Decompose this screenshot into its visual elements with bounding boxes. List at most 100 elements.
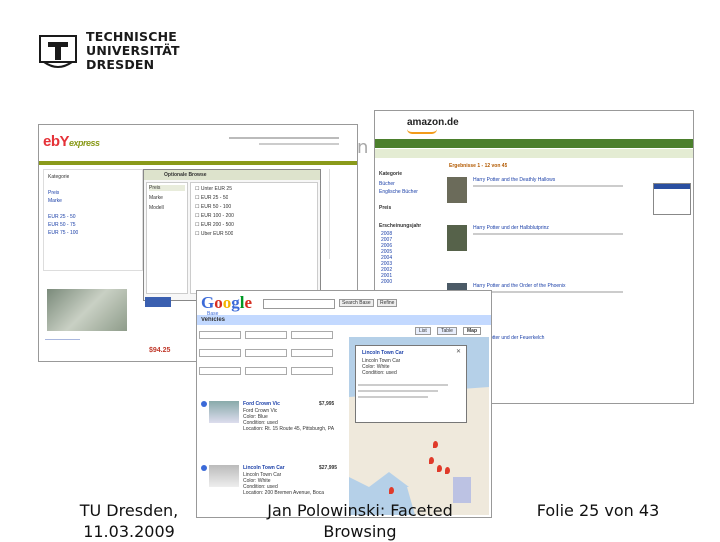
ebay-sidebar-item: Kategorie [48, 174, 70, 180]
ebay-facet-value[interactable]: ☐ Über EUR 500 [195, 231, 233, 237]
amazon-result-cover [447, 177, 467, 203]
map-popup-close-icon[interactable]: ✕ [456, 348, 461, 355]
amazon-sidebar-item: Preis [379, 205, 392, 211]
footer-center: Jan Polowinski: Faceted Browsing [232, 500, 488, 542]
ebay-facet-value[interactable]: ☐ EUR 50 - 100 [195, 204, 231, 210]
ebay-facet[interactable]: Modell [149, 205, 164, 211]
ebay-panel-facets: Preis Marke Modell [146, 182, 188, 294]
google-listing-marker [201, 401, 207, 407]
google-filter-select[interactable] [245, 349, 287, 357]
amazon-result-title[interactable]: Harry Potter and the Deathly Hallows [473, 177, 643, 183]
ebay-browse-panel: Optionale Browse Preis Marke Modell ☐ Un… [143, 169, 321, 301]
university-line-1: TECHNISCHE [86, 29, 177, 44]
google-filter-select[interactable] [291, 349, 333, 357]
map-popup-title[interactable]: Lincoln Town Car [362, 350, 404, 356]
google-listing-price: $7,995 [319, 401, 335, 407]
google-search-button[interactable]: Search Base [339, 299, 374, 307]
ebay-sidebar-item[interactable]: EUR 50 - 75 [48, 222, 76, 228]
google-listing-image [209, 465, 239, 487]
ebay-facet-value[interactable]: ☐ Unter EUR 25 [195, 186, 232, 192]
ebay-product-price: $94.25 [149, 347, 171, 354]
amazon-result-meta [473, 185, 623, 187]
footer-slide-number: Folie 25 von 43 [536, 501, 660, 520]
google-tab-table[interactable]: Table [437, 327, 457, 335]
google-listing-title[interactable]: Lincoln Town Car [243, 465, 285, 471]
amazon-results-title: Ergebnisse 1 - 12 von 45 [449, 163, 508, 169]
amazon-result-meta [473, 291, 623, 293]
google-listing-price: $27,995 [319, 465, 338, 471]
footer-date: 11.03.2009 [83, 522, 175, 541]
footer-left: TU Dresden, 11.03.2009 [64, 500, 194, 542]
ebay-facet-value[interactable]: ☐ EUR 25 - 50 [195, 195, 228, 201]
ebay-panel-button[interactable] [145, 297, 171, 307]
amazon-sidebar-item: Erscheinungsjahr [379, 223, 422, 229]
amazon-result-title[interactable]: Harry Potter und der Halbblutprinz [473, 225, 643, 231]
google-section-bar [197, 315, 491, 325]
google-listing-list: Ford Crown Vic $7,995 Ford Crown Vic Col… [199, 399, 345, 515]
ebay-sidebar-item[interactable]: EUR 25 - 50 [48, 214, 76, 220]
amazon-sort-dropdown[interactable] [653, 183, 691, 215]
map-marker[interactable] [433, 441, 438, 448]
google-logo: Google [201, 293, 253, 312]
ebay-product-link[interactable]: ――――――― [45, 337, 80, 343]
university-line-2: UNIVERSITÄT [86, 43, 180, 58]
amazon-year[interactable]: 2000 [381, 279, 392, 285]
google-filter-select[interactable] [291, 367, 333, 375]
map-marker[interactable] [389, 487, 394, 494]
google-section-title: Vehicles [201, 317, 226, 323]
amazon-sidebar-item[interactable]: Bücher [379, 181, 395, 187]
university-name: TECHNISCHE UNIVERSITÄT DRESDEN [86, 30, 180, 72]
google-listing-line: Location: 200 Bremen Avenue, Boca [243, 490, 325, 496]
google-map[interactable]: Lincoln Town Car Lincoln Town Car Color:… [349, 337, 489, 515]
map-popup-line: Condition: used [362, 370, 397, 376]
ebay-facet-value[interactable]: ☐ EUR 200 - 500 [195, 222, 234, 228]
amazon-logo-smile [407, 129, 437, 134]
google-refine-button[interactable]: Refine [377, 299, 398, 307]
ebay-product-image [47, 289, 127, 331]
ebay-panel-values: ☐ Unter EUR 25 ☐ EUR 25 - 50 ☐ EUR 50 - … [190, 182, 318, 294]
amazon-sidebar-item[interactable]: Englische Bücher [379, 189, 418, 195]
amazon-result-title[interactable]: Harry Potter and the Order of the Phoeni… [473, 283, 643, 289]
ebay-logo: ebYexpress [43, 133, 100, 150]
google-listing-line: Location: Rt. 15 Route 45, Pittsburgh, P… [243, 426, 335, 432]
ebay-top-links [229, 133, 349, 153]
footer-author-title: Jan Polowinski: Faceted [267, 501, 453, 520]
ebay-facet[interactable]: Preis [149, 185, 185, 191]
amazon-result-meta [473, 233, 623, 235]
university-line-3: DRESDEN [86, 57, 155, 72]
ebay-sidebar-item[interactable]: Marke [48, 198, 62, 204]
ebay-sidebar-item[interactable]: EUR 75 - 100 [48, 230, 78, 236]
ebay-header-bar [39, 161, 357, 165]
google-listing-marker [201, 465, 207, 471]
map-marker[interactable] [429, 457, 434, 464]
google-filter-select[interactable] [199, 349, 241, 357]
ebay-right-column [329, 169, 344, 259]
google-search-input[interactable] [263, 299, 335, 309]
ebay-panel-title: Optionale Browse [164, 172, 207, 178]
amazon-nav-tabs[interactable] [375, 139, 693, 148]
map-marker[interactable] [445, 467, 450, 474]
ebay-sidebar-item[interactable]: Preis [48, 190, 59, 196]
google-base-screenshot: Google Base Search Base Refine Vehicles … [196, 290, 492, 518]
google-filter-select[interactable] [291, 331, 333, 339]
google-listing-title[interactable]: Ford Crown Vic [243, 401, 280, 407]
amazon-sidebar-item: Kategorie [379, 171, 403, 177]
footer-subtitle: Browsing [323, 522, 397, 541]
google-filter-select[interactable] [245, 331, 287, 339]
amazon-result-title[interactable]: Harry Potter und der Feuerkelch [473, 335, 643, 341]
map-marker[interactable] [437, 465, 442, 472]
ebay-facet-value[interactable]: ☐ EUR 100 - 200 [195, 213, 234, 219]
amazon-search-bar[interactable] [375, 149, 693, 158]
google-tab-list[interactable]: List [415, 327, 431, 335]
google-listing-image [209, 401, 239, 423]
google-tab-map[interactable]: Map [463, 327, 481, 335]
google-filter-select[interactable] [199, 331, 241, 339]
google-filter-select[interactable] [245, 367, 287, 375]
ebay-facet[interactable]: Marke [149, 195, 163, 201]
google-filter-form [199, 327, 349, 399]
footer-institution: TU Dresden, [79, 501, 179, 520]
map-info-popup: Lincoln Town Car Lincoln Town Car Color:… [355, 345, 467, 423]
amazon-result-cover [447, 225, 467, 251]
amazon-logo: amazon.de [407, 117, 459, 128]
google-filter-select[interactable] [199, 367, 241, 375]
